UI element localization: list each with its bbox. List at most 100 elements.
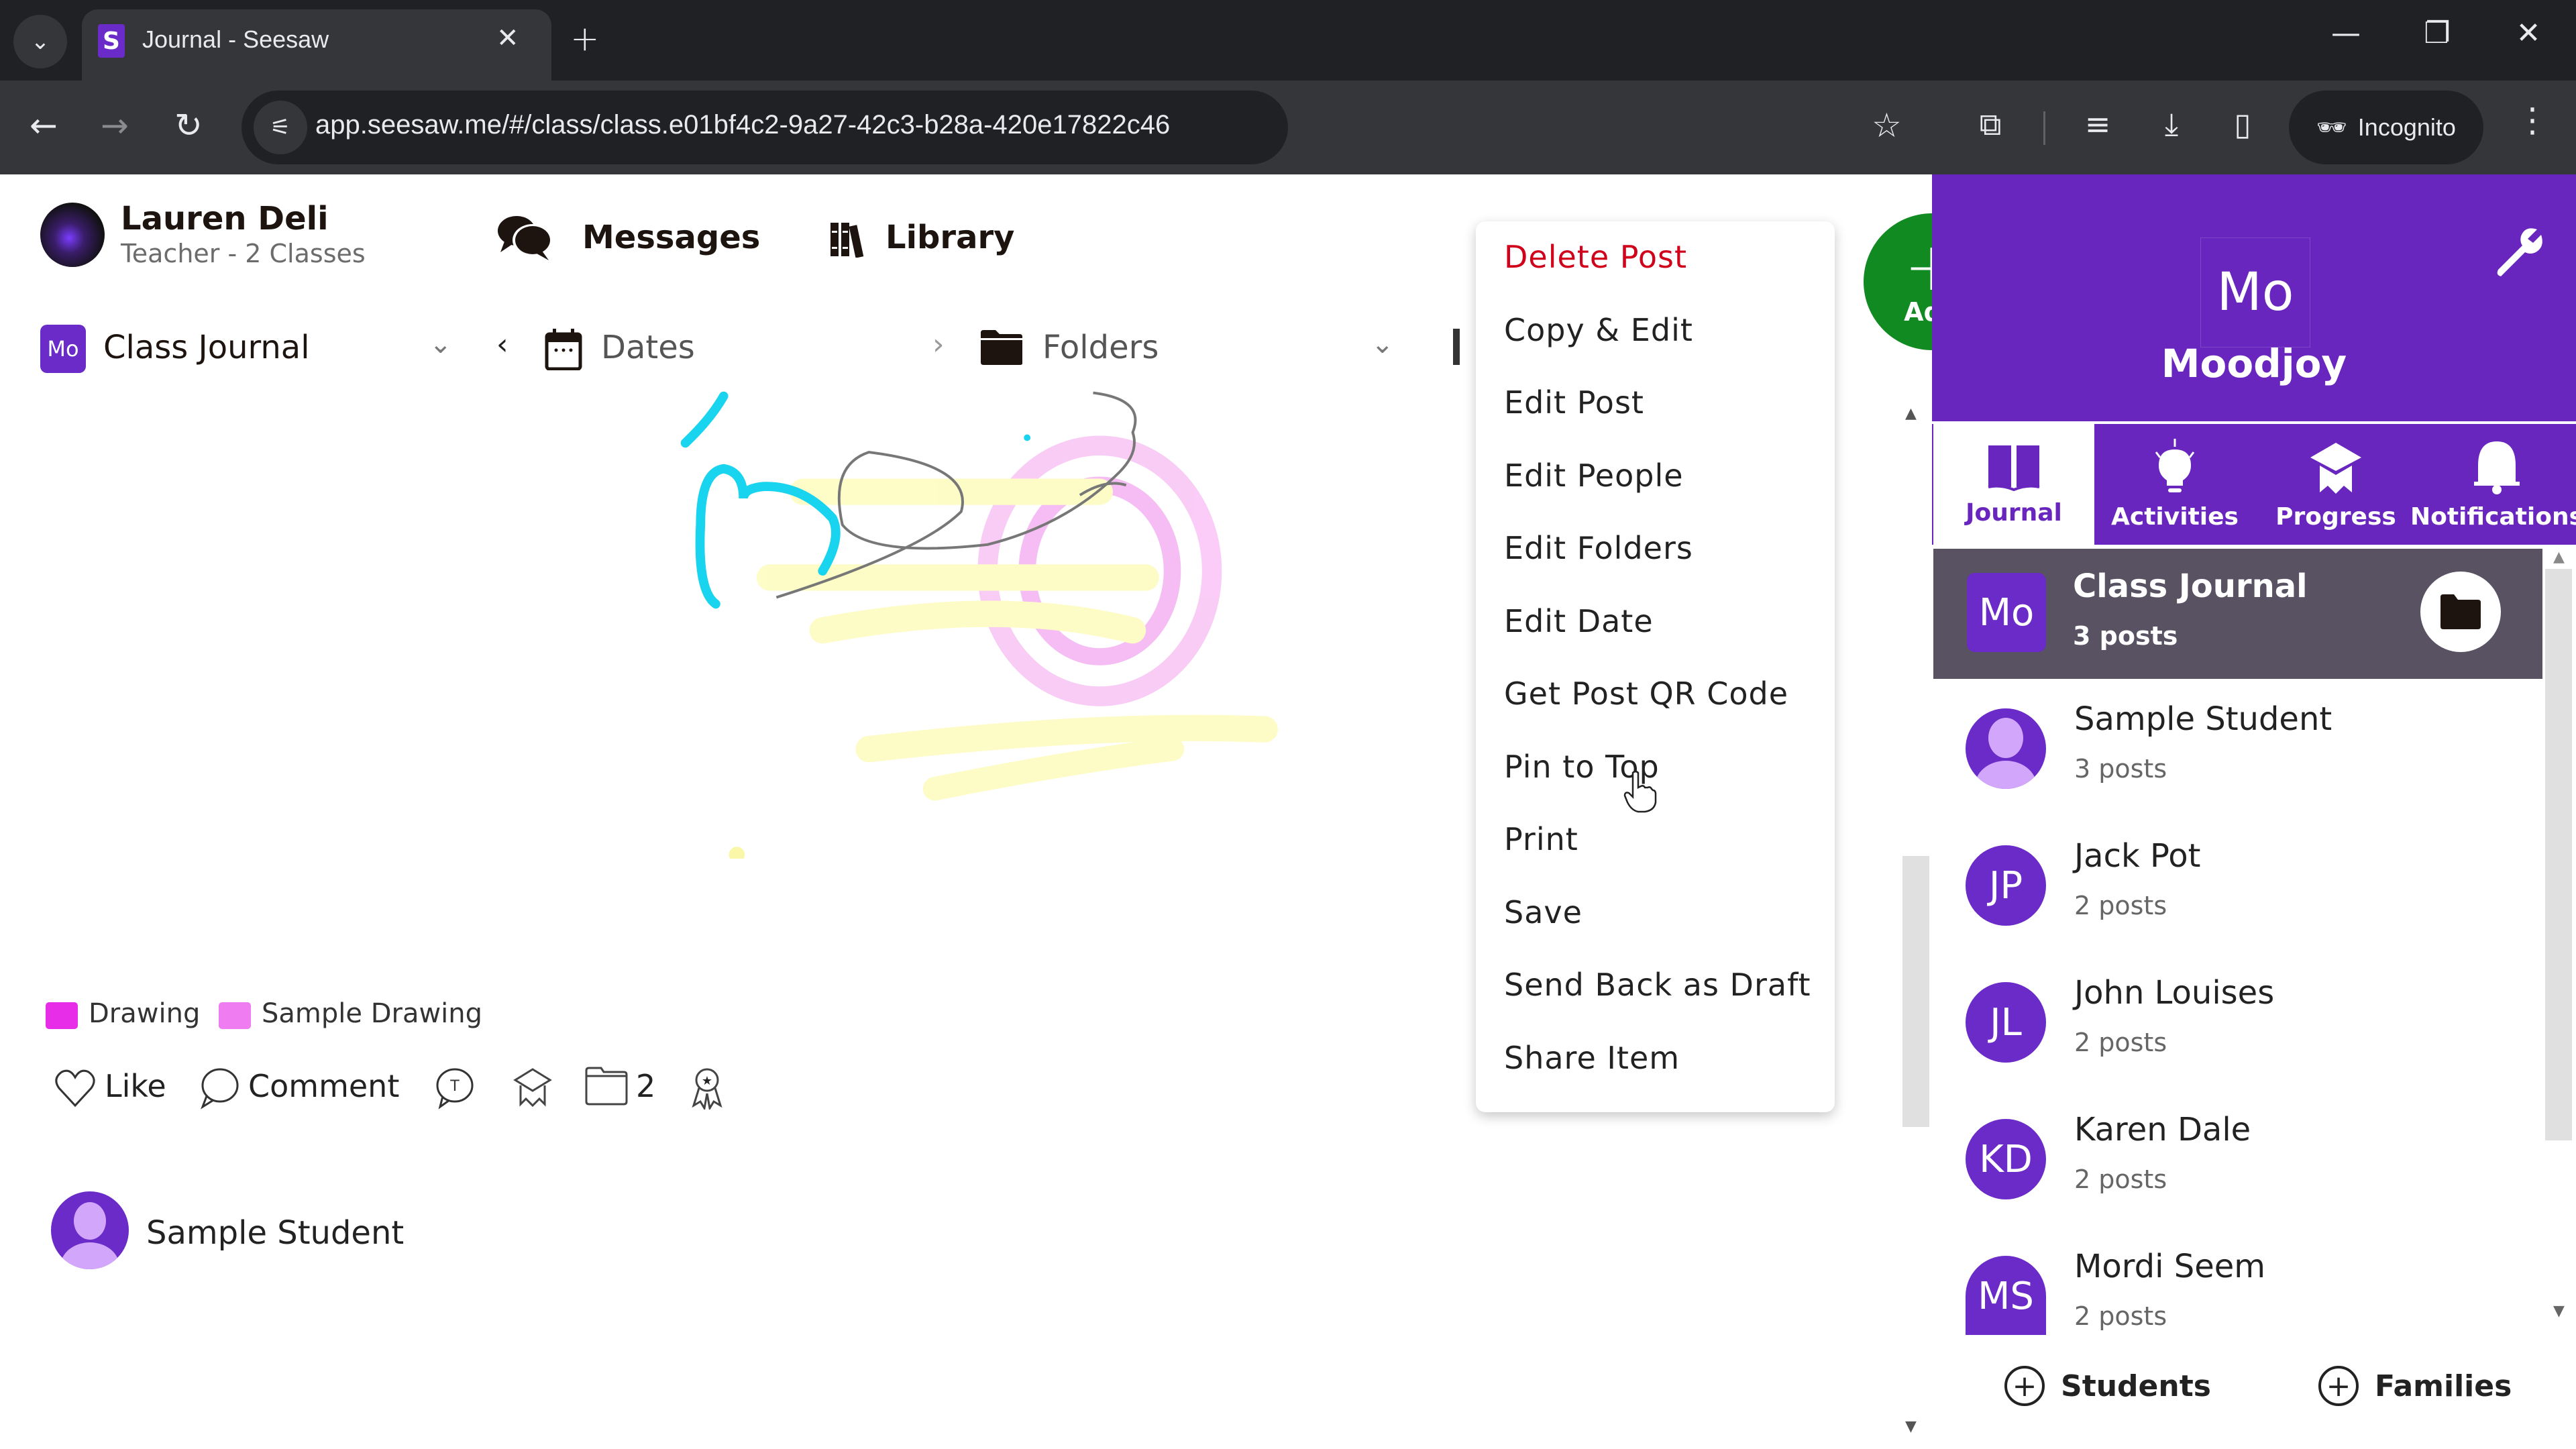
person-icon	[60, 1202, 119, 1269]
chevron-down-icon[interactable]: ⌄	[1371, 329, 1394, 360]
award-badge-icon[interactable]: ★	[687, 1067, 727, 1110]
student-post-count: 2 posts	[2074, 891, 2167, 920]
side-panel-button[interactable]: ▯	[2219, 106, 2266, 142]
folder-outline-icon[interactable]	[585, 1067, 628, 1106]
folder-tag-sample-drawing[interactable]: Sample Drawing	[262, 998, 482, 1029]
menu-item-save[interactable]: Save	[1504, 894, 1582, 930]
menu-item-edit-date[interactable]: Edit Date	[1504, 603, 1654, 639]
heart-icon[interactable]	[54, 1067, 97, 1110]
forward-button[interactable]: →	[91, 106, 138, 145]
star-icon: ☆	[1872, 106, 1902, 145]
post-drawing-image[interactable]	[671, 376, 1476, 859]
list-scroll-up-arrow[interactable]: ▲	[2553, 549, 2565, 566]
menu-item-delete-post[interactable]: Delete Post	[1504, 239, 1687, 275]
minimize-icon: —	[2331, 16, 2361, 50]
svg-text:T: T	[449, 1078, 460, 1095]
close-window-button[interactable]: ✕	[2498, 16, 2559, 50]
class-name[interactable]: Moodjoy	[1932, 341, 2576, 386]
chevron-down-icon[interactable]: ⌄	[429, 329, 452, 360]
menu-item-edit-post[interactable]: Edit Post	[1504, 384, 1644, 421]
library-books-icon[interactable]	[829, 220, 867, 258]
author-avatar[interactable]	[51, 1191, 129, 1269]
toolbar-divider	[2043, 111, 2045, 145]
menu-item-share-item[interactable]: Share Item	[1504, 1040, 1680, 1076]
teacher-subtitle: Teacher - 2 Classes	[121, 239, 366, 268]
student-name: Jack Pot	[2074, 837, 2201, 875]
close-tab-button[interactable]: ✕	[496, 23, 519, 54]
like-button[interactable]: Like	[105, 1068, 166, 1104]
add-students-button[interactable]: + Students	[2004, 1366, 2211, 1406]
comment-button[interactable]: Comment	[248, 1068, 399, 1104]
plus-icon: +	[570, 19, 600, 59]
wrench-settings-icon[interactable]	[2490, 224, 2546, 280]
tab-activities[interactable]: Activities	[2094, 424, 2255, 545]
teacher-avatar[interactable]	[40, 203, 105, 267]
incognito-icon: 🕶	[2316, 113, 2347, 141]
tab-journal-label: Journal	[1966, 498, 2062, 527]
teacher-name[interactable]: Lauren Deli	[121, 200, 329, 237]
post-author-name[interactable]: Sample Student	[146, 1214, 404, 1252]
tab-progress-label: Progress	[2275, 502, 2396, 531]
tab-title: Journal - Seesaw	[142, 25, 329, 53]
feed-scrollbar-thumb[interactable]	[1902, 856, 1929, 1127]
scroll-down-arrow[interactable]: ▼	[1905, 1418, 1917, 1435]
tab-journal[interactable]: Journal	[1933, 424, 2094, 545]
menu-item-get-post-qr-code[interactable]: Get Post QR Code	[1504, 676, 1788, 712]
previous-date-button[interactable]: ‹	[496, 327, 508, 362]
side-panel-icon: ▯	[2234, 106, 2251, 142]
speech-bubbles-icon[interactable]	[495, 213, 555, 262]
site-info-button[interactable]: ⚟	[254, 101, 307, 154]
restore-button[interactable]: ❐	[2407, 16, 2467, 50]
menu-item-edit-folders[interactable]: Edit Folders	[1504, 530, 1693, 566]
download-button[interactable]: ⤓	[2148, 106, 2195, 144]
chevron-down-icon: ⌄	[30, 28, 50, 55]
extensions-button[interactable]: ⧉	[1967, 106, 2014, 144]
media-control-button[interactable]: ≡	[2074, 106, 2121, 142]
incognito-indicator[interactable]: 🕶 Incognito	[2289, 91, 2483, 164]
messages-link[interactable]: Messages	[582, 219, 760, 256]
class-folders-button[interactable]	[2420, 572, 2501, 652]
close-icon: ✕	[2516, 16, 2541, 50]
list-scroll-down-arrow[interactable]: ▼	[2553, 1303, 2565, 1320]
add-families-label: Families	[2375, 1368, 2512, 1403]
back-button[interactable]: ←	[20, 106, 67, 145]
menu-item-copy-edit[interactable]: Copy & Edit	[1504, 312, 1693, 348]
teacher-comment-icon[interactable]: T	[433, 1067, 475, 1110]
tab-notifications[interactable]: Notifications	[2410, 424, 2576, 545]
class-journal-filter[interactable]: Class Journal	[103, 329, 310, 366]
tab-notifications-label: Notifications	[2410, 502, 2576, 531]
dates-filter[interactable]: Dates	[601, 329, 695, 366]
comment-bubble-icon[interactable]	[197, 1067, 240, 1110]
minimize-button[interactable]: —	[2316, 16, 2376, 50]
filter-options-icon[interactable]	[1453, 329, 1460, 365]
add-families-button[interactable]: + Families	[2318, 1366, 2512, 1406]
reload-button[interactable]: ↻	[165, 106, 212, 145]
student-post-count: 2 posts	[2074, 1301, 2167, 1331]
menu-item-print[interactable]: Print	[1504, 821, 1578, 857]
new-tab-button[interactable]: +	[570, 19, 600, 59]
student-avatar: MS	[1966, 1256, 2046, 1335]
incognito-label: Incognito	[2357, 113, 2456, 141]
graduation-cap-icon[interactable]	[513, 1067, 553, 1110]
url-text[interactable]: app.seesaw.me/#/class/class.e01bf4c2-9a2…	[315, 110, 1170, 140]
student-name: John Louises	[2074, 974, 2275, 1012]
tab-progress[interactable]: Progress	[2255, 424, 2416, 545]
tab-list-button[interactable]: ⌄	[13, 15, 67, 68]
scroll-up-arrow[interactable]: ▲	[1905, 405, 1917, 422]
folder-tag-drawing[interactable]: Drawing	[89, 998, 200, 1029]
bell-icon	[2474, 441, 2520, 494]
browser-menu-button[interactable]: ⋮	[2516, 101, 2549, 140]
restore-icon: ❐	[2424, 16, 2451, 50]
student-list-scrollbar-thumb[interactable]	[2545, 569, 2572, 1140]
class-logo: Mo	[2200, 237, 2310, 347]
menu-item-send-back-as-draft[interactable]: Send Back as Draft	[1504, 967, 1811, 1003]
library-link[interactable]: Library	[885, 219, 1014, 256]
folder-count: 2	[636, 1068, 656, 1104]
menu-item-edit-people[interactable]: Edit People	[1504, 458, 1684, 494]
kebab-menu-icon: ⋮	[2516, 101, 2549, 140]
next-date-button[interactable]: ›	[932, 327, 945, 362]
folders-filter[interactable]: Folders	[1042, 329, 1159, 366]
download-icon: ⤓	[2164, 106, 2179, 142]
hand-pointer-cursor-icon	[1623, 770, 1657, 813]
bookmark-button[interactable]: ☆	[1872, 106, 1902, 145]
